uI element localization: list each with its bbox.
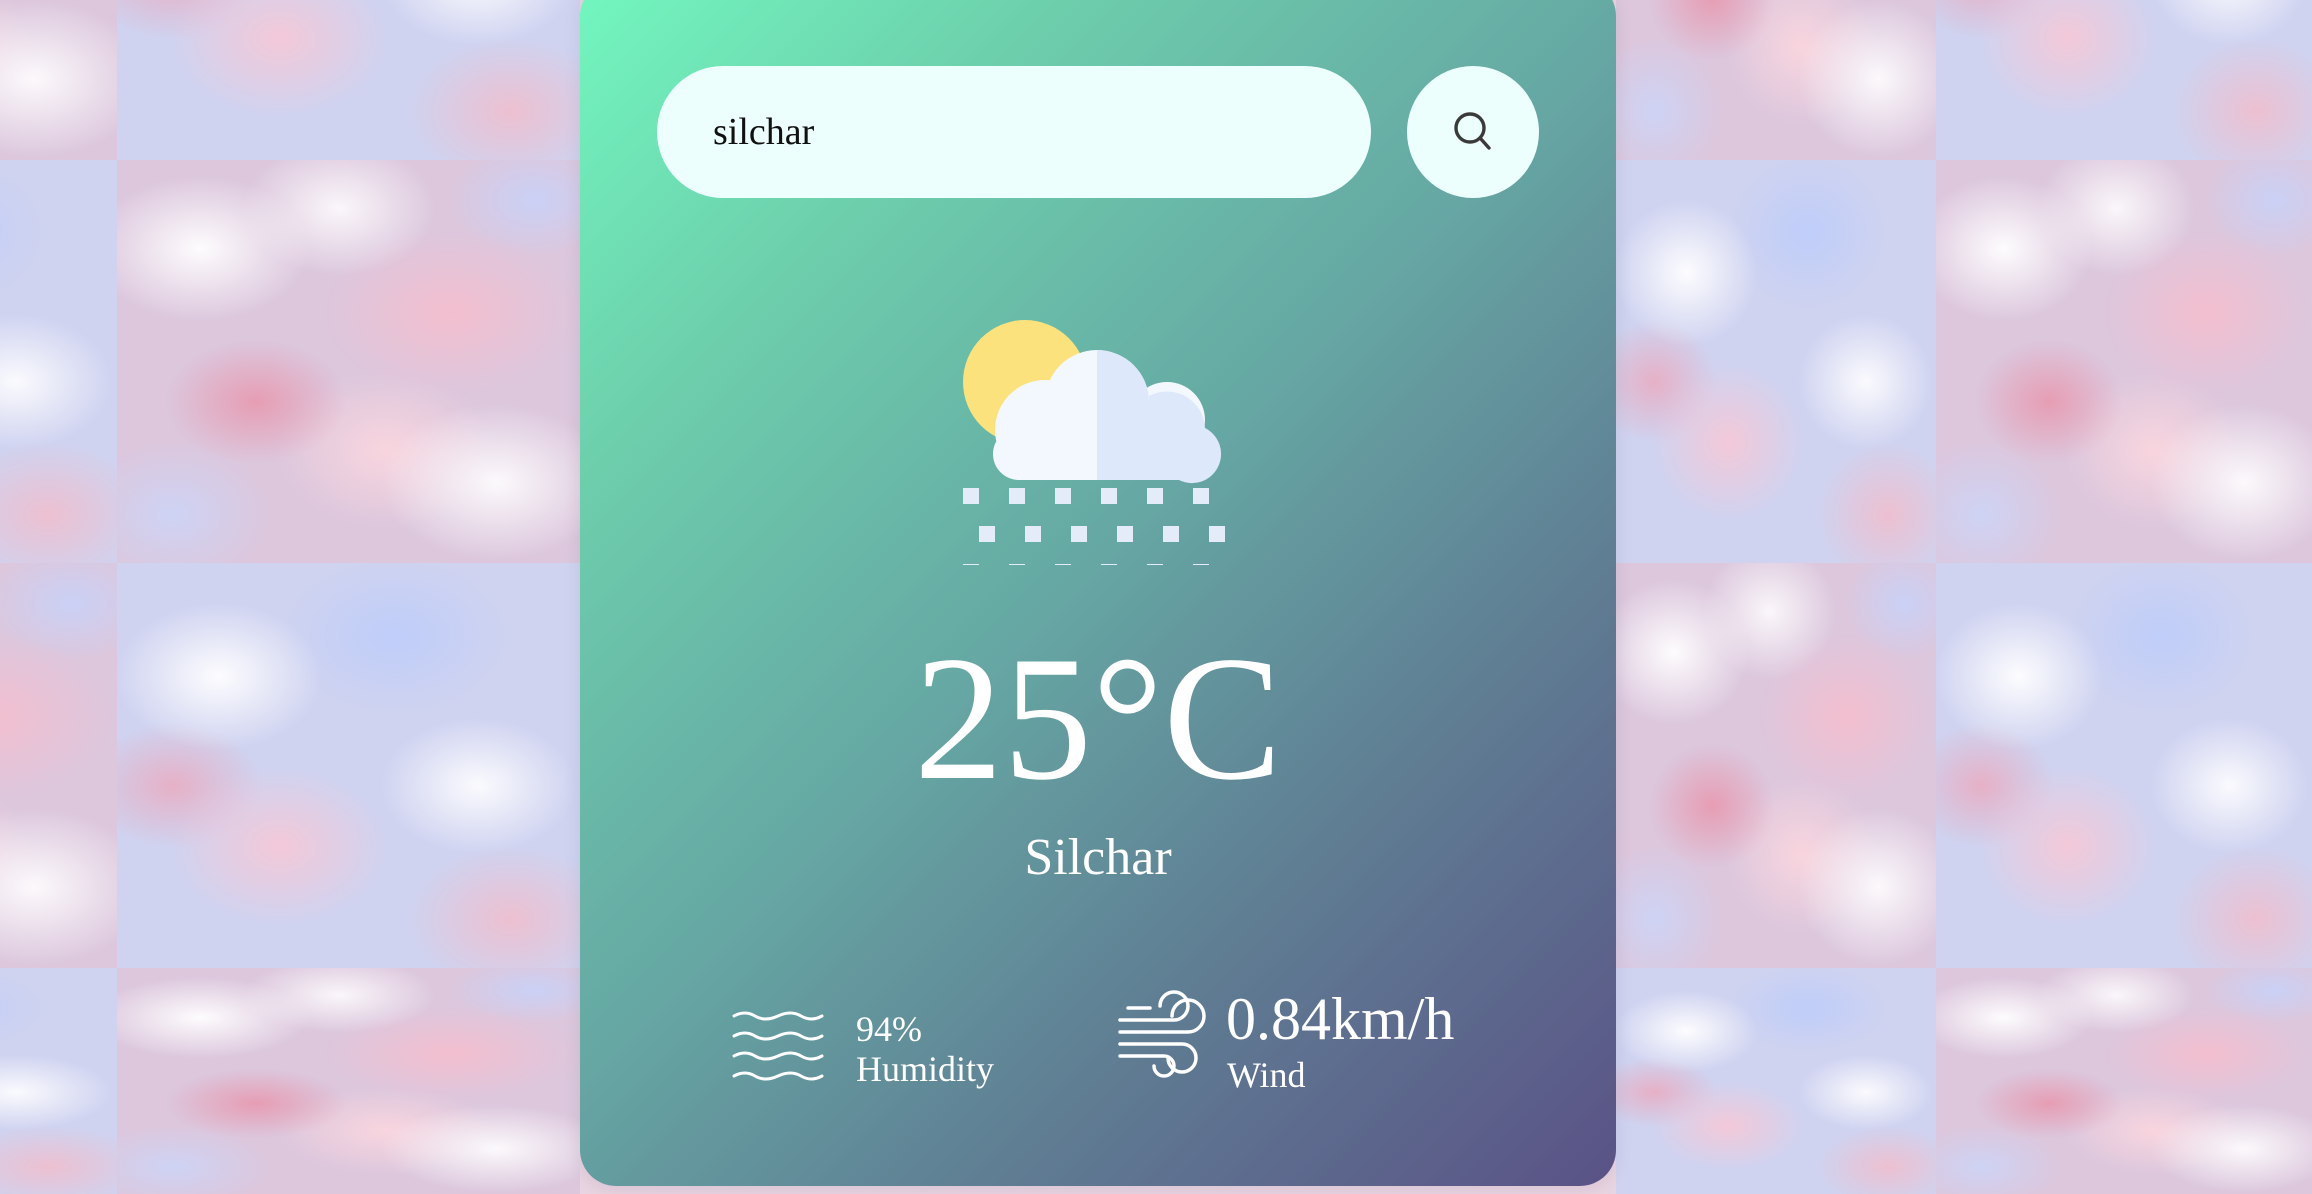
background-tile	[117, 160, 580, 563]
background-tile	[117, 968, 580, 1194]
search-bar	[657, 66, 1539, 198]
background-tile	[1616, 160, 1936, 563]
background-tile	[1936, 160, 2312, 563]
search-icon	[1454, 112, 1491, 150]
temperature: 25°C	[914, 619, 1282, 817]
partly-cloudy-snow-icon	[963, 320, 1225, 565]
background-tile	[1616, 563, 1936, 968]
wind-icon	[1118, 990, 1206, 1078]
background-tile	[0, 0, 117, 160]
background-tile	[1936, 968, 2312, 1194]
wind-value: 0.84km/h	[1226, 986, 1455, 1052]
background-tile	[117, 563, 580, 968]
weather-card: 25°C Silchar 94% Humidity 0.84km/h Wind	[580, 0, 1616, 1186]
background-tile	[1616, 968, 1936, 1194]
city-name: Silchar	[1024, 829, 1172, 886]
background-tile	[1936, 563, 2312, 968]
background-tile	[1616, 0, 1936, 160]
search-input[interactable]	[657, 66, 1371, 198]
background-tile	[1936, 0, 2312, 160]
humidity-waves-icon	[732, 1011, 824, 1081]
search-button[interactable]	[1407, 66, 1539, 198]
background-tile	[0, 968, 117, 1194]
background-tile	[117, 0, 580, 160]
humidity-label: Humidity	[856, 1049, 995, 1089]
background-tile	[0, 563, 117, 968]
humidity-value: 94%	[856, 1009, 922, 1049]
wind-label: Wind	[1227, 1055, 1306, 1095]
background-tile	[0, 160, 117, 563]
